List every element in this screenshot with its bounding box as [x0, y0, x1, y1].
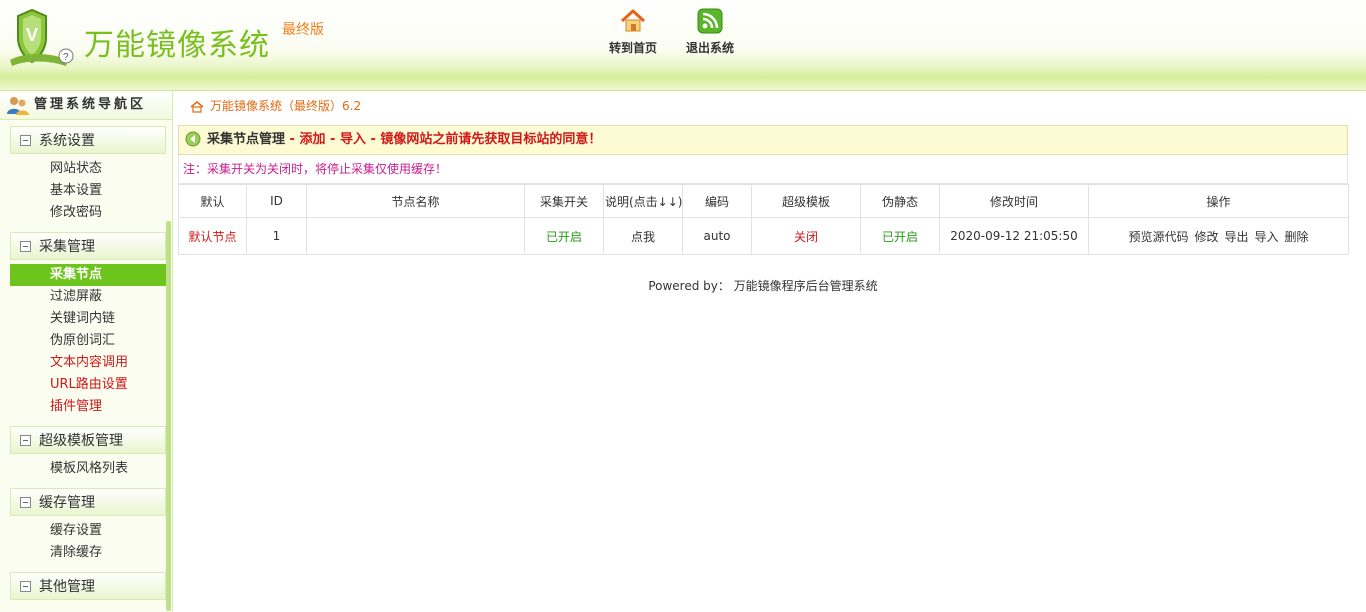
logout-label: 退出系统	[685, 41, 734, 55]
menu-group-collect-management: 采集管理 采集节点 过滤屏蔽 关键词内链 伪原创词汇 文本内容调用 URL路由设…	[0, 232, 172, 420]
edit-button[interactable]: 修改	[1194, 230, 1218, 244]
breadcrumb-text: 万能镜像系统（最终版）6.2	[210, 99, 362, 113]
menu-group-cache-management: 缓存管理 缓存设置 清除缓存	[0, 488, 172, 566]
collapse-icon[interactable]	[20, 434, 31, 446]
id-cell: 1	[246, 217, 307, 255]
breadcrumb: 万能镜像系统（最终版）6.2	[178, 91, 1348, 121]
modified-time-cell: 2020-09-12 21:05:50	[939, 217, 1089, 255]
default-node-cell: 默认节点	[178, 217, 247, 255]
panel-title-text: 采集节点管理	[207, 132, 286, 147]
preview-source-button[interactable]: 预览源代码	[1128, 230, 1188, 244]
sidebar-item-clear-cache[interactable]: 清除缓存	[10, 542, 166, 564]
menu-title-label: 其他管理	[39, 579, 95, 595]
menu-group-other-management: 其他管理	[0, 572, 172, 600]
sidebar-scrollbar[interactable]	[166, 221, 171, 611]
menu-title-label: 缓存管理	[39, 495, 95, 511]
sidebar: 管理系统导航区 系统设置 网站状态 基本设置 修改密码 采集管理 采集节点 过滤…	[0, 91, 173, 612]
collapse-icon[interactable]	[20, 496, 31, 508]
table-row: 默认节点 1 已开启 点我 auto 关闭 已开启 2020-09-12 21:…	[178, 217, 1349, 255]
nodes-table: 默认 ID 节点名称 采集开关 说明(点击↓↓) 编码 超级模板 伪静态 修改时…	[178, 184, 1349, 255]
menu-title-label: 采集管理	[39, 239, 95, 255]
menu-title-collect-management[interactable]: 采集管理	[10, 232, 166, 260]
sidebar-item-collect-nodes[interactable]: 采集节点	[10, 264, 166, 286]
sidebar-item-plugins[interactable]: 插件管理	[10, 396, 166, 418]
svg-text:?: ?	[63, 52, 69, 63]
sidebar-item-pseudo-original[interactable]: 伪原创词汇	[10, 330, 166, 352]
column-header-super-template: 超级模板	[751, 184, 861, 218]
menu-title-label: 超级模板管理	[39, 433, 123, 449]
column-header-pseudo-static: 伪静态	[860, 184, 940, 218]
add-node-link[interactable]: 添加	[299, 132, 325, 147]
menu-title-template-management[interactable]: 超级模板管理	[10, 426, 166, 454]
sidebar-item-keyword-links[interactable]: 关键词内链	[10, 308, 166, 330]
app-title: 万能镜像系统	[84, 28, 270, 63]
menu-title-cache-management[interactable]: 缓存管理	[10, 488, 166, 516]
actions-cell: 预览源代码 修改 导出 导入 删除	[1088, 217, 1349, 255]
encoding-cell: auto	[682, 217, 752, 255]
goto-home-button[interactable]: 转到首页	[598, 8, 668, 56]
sidebar-item-url-routing[interactable]: URL路由设置	[10, 374, 166, 396]
pseudo-static-toggle[interactable]: 已开启	[860, 217, 940, 255]
separator: -	[365, 132, 381, 147]
logo-shield-icon: V ?	[10, 8, 74, 66]
collapse-icon[interactable]	[20, 134, 31, 146]
separator: -	[285, 132, 300, 147]
logout-button[interactable]: 退出系统	[675, 8, 745, 56]
import-button[interactable]: 导入	[1255, 230, 1279, 244]
back-arrow-icon[interactable]	[185, 131, 201, 147]
collapse-icon[interactable]	[20, 580, 31, 592]
users-icon	[7, 96, 29, 115]
sidebar-item-site-status[interactable]: 网站状态	[10, 158, 166, 180]
main-content: 万能镜像系统（最终版）6.2 采集节点管理 - 添加 - 导入 - 镜像网站之前…	[178, 91, 1349, 294]
rss-icon	[697, 8, 723, 34]
import-node-link[interactable]: 导入	[340, 132, 366, 147]
delete-button[interactable]: 删除	[1285, 230, 1309, 244]
home-icon	[620, 9, 646, 32]
node-name-cell	[306, 217, 525, 255]
mirror-warning: 镜像网站之前请先获取目标站的同意！	[380, 132, 602, 147]
home-small-icon	[190, 100, 204, 113]
sidebar-item-change-password[interactable]: 修改密码	[10, 202, 166, 224]
top-header: V ? 万能镜像系统 最终版 转到首页 退出系统	[0, 0, 1366, 91]
menu-group-system-settings: 系统设置 网站状态 基本设置 修改密码	[0, 126, 172, 226]
column-header-actions: 操作	[1088, 184, 1349, 218]
notice-text: 注：采集开关为关闭时，将停止采集仅使用缓存！	[178, 155, 1348, 184]
panel-title: 采集节点管理 - 添加 - 导入 - 镜像网站之前请先获取目标站的同意！	[178, 125, 1348, 155]
menu-title-label: 系统设置	[39, 133, 95, 149]
sidebar-item-filter-block[interactable]: 过滤屏蔽	[10, 286, 166, 308]
column-header-id: ID	[246, 184, 307, 218]
separator: -	[325, 132, 340, 147]
column-header-encoding: 编码	[682, 184, 752, 218]
column-header-node-name: 节点名称	[306, 184, 525, 218]
column-header-default: 默认	[178, 184, 247, 218]
goto-home-label: 转到首页	[608, 41, 657, 55]
sidebar-item-basic-settings[interactable]: 基本设置	[10, 180, 166, 202]
column-header-description[interactable]: 说明(点击↓↓)	[603, 184, 683, 218]
menu-title-system-settings[interactable]: 系统设置	[10, 126, 166, 154]
sidebar-heading: 管理系统导航区	[0, 91, 172, 120]
sidebar-item-cache-settings[interactable]: 缓存设置	[10, 520, 166, 542]
column-header-collect-switch: 采集开关	[524, 184, 604, 218]
menu-title-other-management[interactable]: 其他管理	[10, 572, 166, 600]
collect-switch-toggle[interactable]: 已开启	[524, 217, 604, 255]
sidebar-heading-text: 管理系统导航区	[34, 97, 147, 112]
super-template-toggle[interactable]: 关闭	[751, 217, 861, 255]
collapse-icon[interactable]	[20, 240, 31, 252]
sidebar-item-text-call[interactable]: 文本内容调用	[10, 352, 166, 374]
footer-powered-by: Powered by： 万能镜像程序后台管理系统	[648, 279, 878, 293]
app-edition: 最终版	[282, 22, 324, 38]
svg-text:V: V	[26, 25, 38, 45]
export-button[interactable]: 导出	[1224, 230, 1248, 244]
description-link[interactable]: 点我	[603, 217, 683, 255]
table-header-row: 默认 ID 节点名称 采集开关 说明(点击↓↓) 编码 超级模板 伪静态 修改时…	[178, 184, 1349, 218]
menu-group-template-management: 超级模板管理 模板风格列表	[0, 426, 172, 482]
column-header-modified-time: 修改时间	[939, 184, 1089, 218]
sidebar-item-template-list[interactable]: 模板风格列表	[10, 458, 166, 480]
